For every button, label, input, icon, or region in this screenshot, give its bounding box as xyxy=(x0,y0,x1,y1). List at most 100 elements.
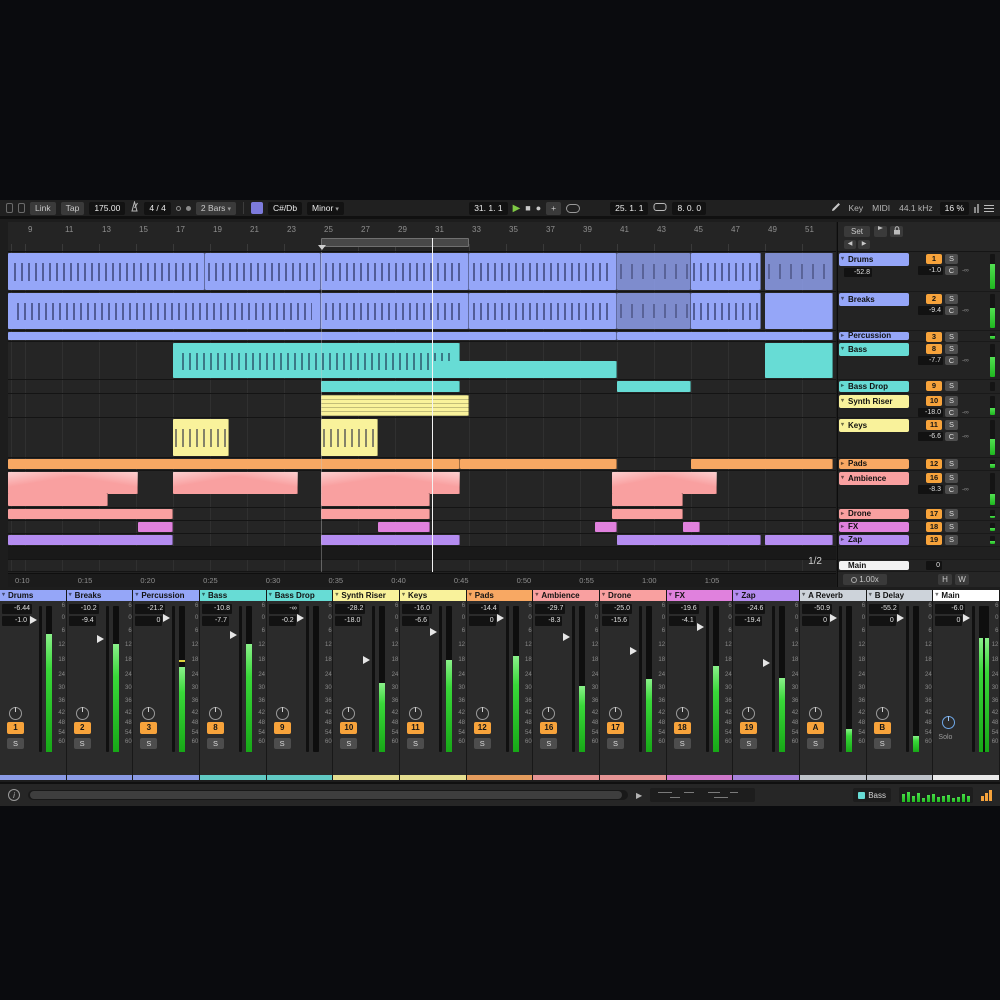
arrangement-lane-drone[interactable] xyxy=(8,508,836,521)
solo-button[interactable]: S xyxy=(945,332,958,342)
expanded-arrow-icon[interactable]: ▾ xyxy=(841,472,844,485)
track-number-badge[interactable]: 10 xyxy=(340,722,358,734)
solo-button[interactable]: S xyxy=(945,420,958,430)
fader-track[interactable] xyxy=(505,606,509,752)
metronome-icon[interactable] xyxy=(130,199,139,217)
solo-button[interactable]: S xyxy=(945,522,958,532)
fader-track[interactable] xyxy=(772,606,776,752)
track-number-badge[interactable]: 2 xyxy=(73,722,91,734)
loop-switch[interactable] xyxy=(653,199,667,217)
key-root-display[interactable]: C#/Db xyxy=(267,201,303,215)
volume-display[interactable]: -7.7 xyxy=(202,616,230,626)
menu-icon[interactable] xyxy=(984,204,995,212)
stop-button[interactable]: ■ xyxy=(525,202,530,215)
record-button[interactable]: ● xyxy=(536,202,541,215)
solo-button[interactable]: S xyxy=(945,294,958,304)
overdub-button[interactable]: + xyxy=(546,201,562,215)
track-number-badge[interactable]: 19 xyxy=(926,535,942,545)
solo-cue-knob[interactable] xyxy=(942,716,956,729)
play-button[interactable]: ▶ xyxy=(513,202,521,215)
peak-level-display[interactable]: -25.0 xyxy=(602,604,633,614)
peak-level-display[interactable]: -28.2 xyxy=(335,604,366,614)
collapse-arrow-icon[interactable]: ▾ xyxy=(669,590,672,601)
push-device-icon-2[interactable] xyxy=(18,203,25,213)
fader-track[interactable] xyxy=(39,606,42,752)
clip-drums[interactable] xyxy=(617,253,691,290)
track-header-drums[interactable]: ▾ Drums 1 S -1.0 C -∞ -52.8 xyxy=(838,252,1000,292)
clip-bass[interactable] xyxy=(430,360,617,378)
fader-handle[interactable] xyxy=(230,630,238,639)
mixer-track-name[interactable]: ▾ Synth Riser xyxy=(333,590,400,601)
arrangement-lane-main[interactable] xyxy=(8,560,836,572)
clip-drums[interactable] xyxy=(469,253,617,290)
track-name-chip[interactable]: ▸ Pads xyxy=(839,459,909,469)
peak-level-display[interactable]: -19.6 xyxy=(668,604,699,614)
quantization-menu[interactable]: 2 Bars ▾ xyxy=(195,201,236,215)
fader-track[interactable] xyxy=(705,606,709,752)
track-header-keys[interactable]: ▾ Keys 11 S -6.6 C -∞ xyxy=(838,418,1000,458)
volume-display[interactable]: -7.7 xyxy=(918,356,943,365)
volume-display[interactable]: 0 xyxy=(468,616,496,626)
track-number-badge[interactable]: 9 xyxy=(926,381,942,391)
pan-knob[interactable] xyxy=(609,707,623,720)
track-header-percussion[interactable]: ▸ Percussion 3 S xyxy=(838,331,1000,342)
clip-percussion[interactable] xyxy=(617,332,833,340)
fader-track[interactable] xyxy=(305,606,309,752)
optimize-height-button[interactable]: H xyxy=(938,574,952,585)
clip-zap[interactable] xyxy=(8,535,173,545)
optimize-width-button[interactable]: W xyxy=(955,574,969,585)
clip-zap[interactable] xyxy=(617,535,761,545)
next-locator-button[interactable]: ▶ xyxy=(858,240,870,249)
peak-level-display[interactable]: -55.2 xyxy=(868,604,899,614)
fader-handle[interactable] xyxy=(963,613,971,622)
clip-drums[interactable] xyxy=(205,253,321,290)
playback-speed-display[interactable]: 1.00x xyxy=(843,574,887,585)
mixer-track-name[interactable]: ▾ FX xyxy=(666,590,733,601)
arrangement-lane-ambience[interactable] xyxy=(8,471,836,508)
clip-drone[interactable] xyxy=(8,509,173,519)
peak-level-display[interactable]: -∞ xyxy=(268,604,299,614)
pan-knob[interactable] xyxy=(809,707,823,720)
track-number-badge[interactable]: 8 xyxy=(207,722,225,734)
pan-knob[interactable] xyxy=(342,707,356,720)
arrangement-lane-keys[interactable] xyxy=(8,418,836,458)
pan-knob[interactable] xyxy=(9,707,22,720)
clip-pads[interactable] xyxy=(460,459,617,469)
track-number-badge[interactable]: 2 xyxy=(926,294,942,304)
solo-button[interactable]: S xyxy=(945,254,958,264)
clip-breaks[interactable] xyxy=(321,293,469,329)
lock-icon[interactable] xyxy=(890,226,903,237)
nudge-up-button[interactable] xyxy=(185,205,191,211)
solo-button[interactable]: S xyxy=(945,509,958,519)
volume-display[interactable]: -8.3 xyxy=(918,485,943,494)
peak-level-display[interactable]: -6.0 xyxy=(935,604,966,614)
scale-name-menu[interactable]: Minor ▾ xyxy=(307,201,344,215)
mixer-track-name[interactable]: ▾ Zap xyxy=(733,590,800,601)
solo-button[interactable]: S xyxy=(473,738,491,749)
time-ruler[interactable]: 0:10 0:15 0:20 0:25 0:30 0:35 0:40 0:45 0:50 0:55… xyxy=(8,573,836,587)
clip-drums[interactable] xyxy=(8,253,205,290)
volume-display[interactable]: -9.4 xyxy=(918,306,943,315)
prev-locator-button[interactable]: ◀ xyxy=(844,240,856,249)
time-signature-display[interactable]: 4 / 4 xyxy=(144,201,171,215)
track-header-pads[interactable]: ▸ Pads 12 S xyxy=(838,458,1000,471)
volume-display[interactable]: -18.0 xyxy=(335,616,363,626)
selected-track-chip[interactable]: Bass xyxy=(853,788,891,802)
collapsed-arrow-icon[interactable]: ▸ xyxy=(841,509,844,519)
solo-button[interactable]: S xyxy=(945,473,958,483)
track-number-badge[interactable]: 10 xyxy=(926,396,942,406)
clip-breaks[interactable] xyxy=(765,293,833,329)
pan-knob[interactable] xyxy=(475,707,489,720)
horizontal-scrollbar[interactable] xyxy=(28,790,628,800)
collapse-arrow-icon[interactable]: ▾ xyxy=(402,590,405,601)
push-device-icon[interactable] xyxy=(6,203,13,213)
clip-synth-riser[interactable] xyxy=(321,395,469,416)
pan-control[interactable]: C xyxy=(945,432,958,441)
solo-button[interactable]: S xyxy=(945,381,958,391)
track-name-chip[interactable]: ▾ Breaks xyxy=(839,293,909,306)
fader-track[interactable] xyxy=(572,606,576,752)
collapsed-arrow-icon[interactable]: ▸ xyxy=(841,522,844,532)
volume-display[interactable]: -6.6 xyxy=(918,432,943,441)
clip-drums[interactable] xyxy=(321,253,469,290)
fader-track[interactable] xyxy=(239,606,243,752)
